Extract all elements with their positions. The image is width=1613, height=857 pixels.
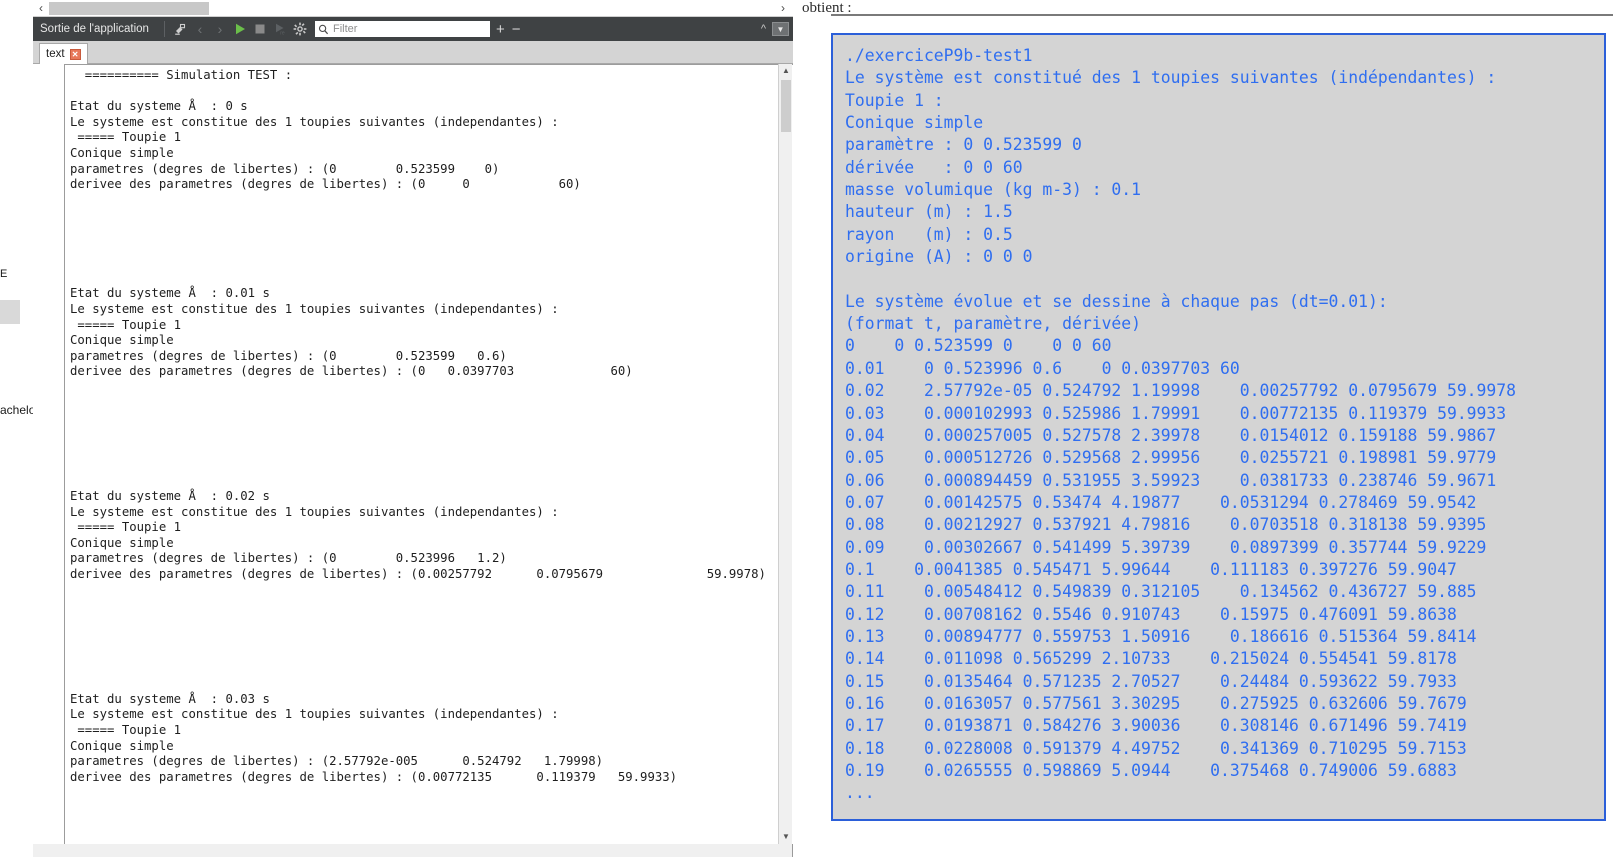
code-output-text: ./exerciceP9b-test1 Le système est const…: [845, 46, 1517, 803]
collapse-panel-icon[interactable]: ^: [761, 23, 766, 35]
filter-input[interactable]: Filter: [314, 21, 490, 37]
splitter-right-arrow[interactable]: ›: [775, 0, 791, 17]
document-horizontal-rule: [831, 14, 1613, 16]
console-vertical-scrollbar[interactable]: ▲ ▼: [778, 64, 792, 844]
splitter-track[interactable]: [49, 2, 209, 15]
background-fragment-bottom: achelo: [0, 403, 36, 417]
run-icon[interactable]: [230, 19, 250, 39]
splitter-left-arrow[interactable]: ‹: [33, 0, 49, 17]
stop-icon[interactable]: [250, 19, 270, 39]
code-output-block: ./exerciceP9b-test1 Le système est const…: [831, 33, 1606, 821]
zoom-in-button[interactable]: +: [496, 21, 505, 38]
scroll-up-arrow[interactable]: ▲: [779, 64, 793, 78]
clear-output-icon[interactable]: [170, 19, 190, 39]
panel-menu-dropdown-icon[interactable]: ▼: [772, 22, 789, 36]
search-icon: [318, 24, 329, 35]
scrollbar-thumb[interactable]: [781, 80, 791, 132]
filter-placeholder: Filter: [332, 23, 358, 35]
rerun-icon[interactable]: re: [270, 19, 290, 39]
console-output-text: ========== Simulation TEST : Etat du sys…: [70, 68, 766, 784]
window-splitter[interactable]: ‹ ›: [33, 0, 793, 17]
document-pane: obtient : ./exerciceP9b-test1 Le système…: [794, 0, 1613, 857]
close-icon[interactable]: ✕: [69, 48, 81, 60]
svg-text:re: re: [280, 31, 285, 36]
output-toolbar: Sortie de l'application ‹ › re Filter + …: [33, 17, 793, 41]
output-tabstrip: text ✕: [33, 41, 793, 64]
zoom-out-button[interactable]: −: [512, 21, 521, 38]
next-item-icon[interactable]: ›: [210, 19, 230, 39]
toolbar-divider: [163, 21, 165, 37]
tab-label: text: [46, 48, 65, 60]
output-gutter: [33, 64, 64, 844]
tab-text[interactable]: text ✕: [39, 43, 88, 64]
background-app-sliver: E achelo: [0, 0, 36, 857]
ide-output-window: ‹ › Sortie de l'application ‹ › re Filte…: [33, 0, 793, 857]
scroll-down-arrow[interactable]: ▼: [779, 830, 793, 844]
screen-root: E achelo ‹ › Sortie de l'application ‹ ›: [0, 0, 1613, 857]
settings-gear-icon[interactable]: [290, 19, 310, 39]
background-highlight-band: [0, 300, 20, 324]
output-panel-title: Sortie de l'application: [40, 23, 149, 35]
previous-item-icon[interactable]: ‹: [190, 19, 210, 39]
background-fragment-top: E: [0, 268, 8, 280]
console-output-area[interactable]: ========== Simulation TEST : Etat du sys…: [64, 64, 793, 844]
